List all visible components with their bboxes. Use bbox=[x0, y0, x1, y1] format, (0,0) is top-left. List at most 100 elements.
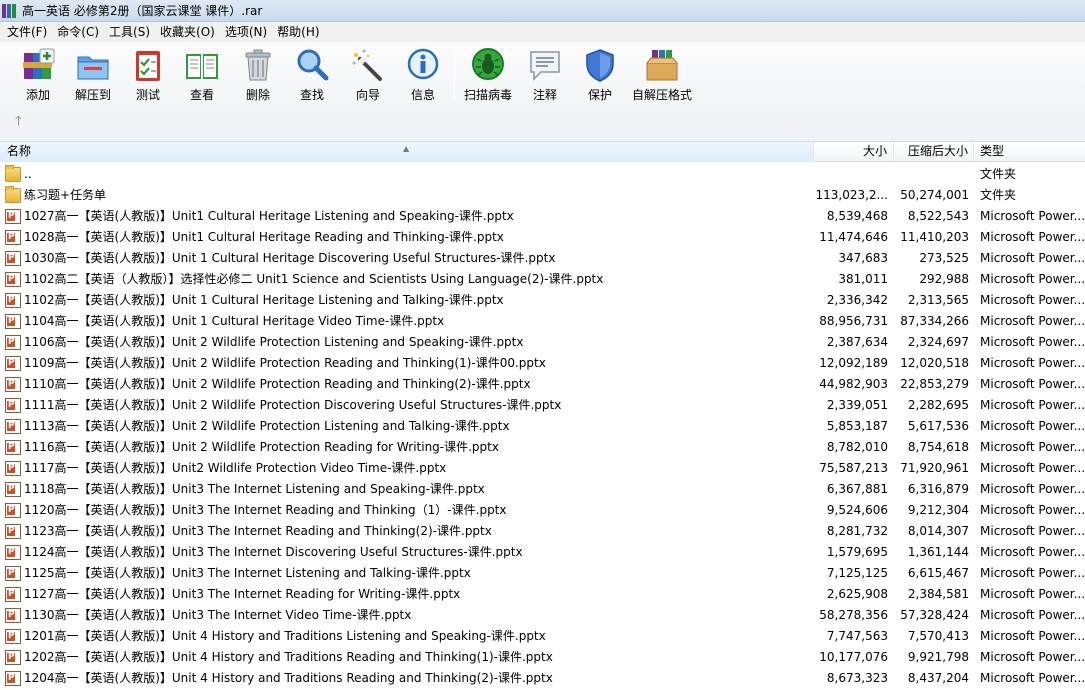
sfx-package-icon bbox=[646, 50, 678, 81]
file-row[interactable]: 1130高一【英语(人教版)】Unit3 The Internet Video … bbox=[0, 605, 1085, 626]
file-name: 1111高一【英语(人教版)】Unit 2 Wildlife Protectio… bbox=[24, 398, 562, 412]
file-row[interactable]: 1124高一【英语(人教版)】Unit3 The Internet Discov… bbox=[0, 542, 1085, 563]
protect-button[interactable]: 保护 bbox=[582, 47, 618, 103]
delete-button[interactable]: 删除 bbox=[240, 47, 276, 103]
file-type: Microsoft Power... bbox=[980, 377, 1085, 391]
file-name: 1109高一【英语(人教版)】Unit 2 Wildlife Protectio… bbox=[24, 356, 546, 370]
file-type: Microsoft Power... bbox=[980, 209, 1085, 223]
file-row[interactable]: 1120高一【英语(人教版)】Unit3 The Internet Readin… bbox=[0, 500, 1085, 521]
column-size-header[interactable]: 大小 bbox=[814, 142, 894, 162]
menu-commands[interactable]: 命令(C) bbox=[52, 22, 104, 42]
file-name: 1030高一【英语(人教版)】Unit 1 Cultural Heritage … bbox=[24, 251, 556, 265]
column-name-header[interactable]: 名称 ▲ bbox=[0, 142, 814, 162]
pptx-file-icon bbox=[5, 311, 21, 332]
file-row[interactable]: 1202高一【英语(人教版)】Unit 4 History and Tradit… bbox=[0, 647, 1085, 668]
file-row[interactable]: 1027高一【英语(人教版)】Unit1 Cultural Heritage L… bbox=[0, 206, 1085, 227]
file-type: Microsoft Power... bbox=[980, 335, 1085, 349]
file-row[interactable]: 1118高一【英语(人教版)】Unit3 The Internet Listen… bbox=[0, 479, 1085, 500]
comment-button[interactable]: 注释 bbox=[527, 47, 563, 103]
file-row[interactable]: 1116高一【英语(人教版)】Unit 2 Wildlife Protectio… bbox=[0, 437, 1085, 458]
file-row[interactable]: 1111高一【英语(人教版)】Unit 2 Wildlife Protectio… bbox=[0, 395, 1085, 416]
file-packed-size: 8,522,543 bbox=[907, 209, 969, 223]
file-size: 8,281,732 bbox=[826, 524, 888, 538]
menu-options[interactable]: 选项(N) bbox=[220, 22, 272, 42]
file-row[interactable]: 练习题+任务单 113,023,2... 50,274,001 文件夹 bbox=[0, 185, 1085, 206]
pptx-file-icon bbox=[5, 206, 21, 227]
file-size: 88,956,731 bbox=[819, 314, 888, 328]
file-row[interactable]: 1123高一【英语(人教版)】Unit3 The Internet Readin… bbox=[0, 521, 1085, 542]
file-type: Microsoft Power... bbox=[980, 482, 1085, 496]
file-name: 1130高一【英语(人教版)】Unit3 The Internet Video … bbox=[24, 608, 412, 622]
file-packed-size: 57,328,424 bbox=[900, 608, 969, 622]
test-button[interactable]: 测试 bbox=[130, 47, 166, 103]
file-name: 1113高一【英语(人教版)】Unit 2 Wildlife Protectio… bbox=[24, 419, 510, 433]
column-packed-header[interactable]: 压缩后大小 bbox=[894, 142, 974, 162]
winrar-app-icon[interactable] bbox=[2, 3, 16, 18]
find-button-label: 查找 bbox=[299, 88, 324, 102]
file-packed-size: 8,754,618 bbox=[907, 440, 969, 454]
file-name: 1118高一【英语(人教版)】Unit3 The Internet Listen… bbox=[24, 482, 485, 496]
file-size: 6,367,881 bbox=[826, 482, 888, 496]
file-size: 8,782,010 bbox=[826, 440, 888, 454]
file-row[interactable]: 1117高一【英语(人教版)】Unit2 Wildlife Protection… bbox=[0, 458, 1085, 479]
file-row[interactable]: 1125高一【英语(人教版)】Unit3 The Internet Listen… bbox=[0, 563, 1085, 584]
sfx-button-label: 自解压格式 bbox=[632, 88, 693, 102]
file-type: Microsoft Power... bbox=[980, 524, 1085, 538]
scan-virus-button[interactable]: 扫描病毒 bbox=[464, 47, 512, 103]
column-type-header[interactable]: 类型 bbox=[974, 142, 1085, 162]
file-type: Microsoft Power... bbox=[980, 398, 1085, 412]
file-row[interactable]: 1102高一【英语(人教版)】Unit 1 Cultural Heritage … bbox=[0, 290, 1085, 311]
file-row[interactable]: 1109高一【英语(人教版)】Unit 2 Wildlife Protectio… bbox=[0, 353, 1085, 374]
menu-help[interactable]: 帮助(H) bbox=[272, 22, 324, 42]
file-row[interactable]: 1104高一【英语(人教版)】Unit 1 Cultural Heritage … bbox=[0, 311, 1085, 332]
up-folder-icon[interactable]: 🡑 bbox=[15, 112, 22, 134]
file-row[interactable]: .. 文件夹 bbox=[0, 164, 1085, 185]
menu-favorites[interactable]: 收藏夹(O) bbox=[155, 22, 220, 42]
wand-icon bbox=[352, 49, 382, 81]
view-button[interactable]: 查看 bbox=[181, 47, 223, 103]
file-row[interactable]: 1030高一【英语(人教版)】Unit 1 Cultural Heritage … bbox=[0, 248, 1085, 269]
file-list: ..文件夹练习题+任务单113,023,2...50,274,001文件夹102… bbox=[0, 164, 1085, 690]
file-size: 2,625,908 bbox=[826, 587, 888, 601]
title-bar: 高一英语 必修第2册（国家云课堂 课件）.rar bbox=[0, 0, 1085, 22]
menu-tools[interactable]: 工具(S) bbox=[104, 22, 155, 42]
file-type: Microsoft Power... bbox=[980, 629, 1085, 643]
file-row[interactable]: 1204高一【英语(人教版)】Unit 4 History and Tradit… bbox=[0, 668, 1085, 689]
file-type: Microsoft Power... bbox=[980, 671, 1085, 685]
file-size: 1,579,695 bbox=[826, 545, 888, 559]
file-name: 1116高一【英语(人教版)】Unit 2 Wildlife Protectio… bbox=[24, 440, 499, 454]
file-row[interactable]: 1106高一【英语(人教版)】Unit 2 Wildlife Protectio… bbox=[0, 332, 1085, 353]
file-size: 11,474,646 bbox=[819, 230, 888, 244]
file-row[interactable]: 1113高一【英语(人教版)】Unit 2 Wildlife Protectio… bbox=[0, 416, 1085, 437]
menu-file[interactable]: 文件(F) bbox=[2, 22, 52, 42]
pptx-file-icon bbox=[5, 269, 21, 290]
info-button[interactable]: 信息 bbox=[405, 47, 441, 103]
file-size: 347,683 bbox=[838, 251, 888, 265]
sfx-button[interactable]: 自解压格式 bbox=[632, 47, 692, 103]
find-button[interactable]: 查找 bbox=[294, 47, 330, 103]
file-packed-size: 87,334,266 bbox=[900, 314, 969, 328]
file-row[interactable]: 1102高二【英语（人教版）】选择性必修二 Unit1 Science and … bbox=[0, 269, 1085, 290]
file-packed-size: 71,920,961 bbox=[900, 461, 969, 475]
view-button-label: 查看 bbox=[189, 88, 214, 102]
file-size: 5,853,187 bbox=[826, 419, 888, 433]
file-name: 练习题+任务单 bbox=[24, 188, 107, 202]
file-name: 1204高一【英语(人教版)】Unit 4 History and Tradit… bbox=[24, 671, 553, 685]
file-row[interactable]: 1127高一【英语(人教版)】Unit3 The Internet Readin… bbox=[0, 584, 1085, 605]
file-row[interactable]: 1110高一【英语(人教版)】Unit 2 Wildlife Protectio… bbox=[0, 374, 1085, 395]
protect-button-label: 保护 bbox=[587, 88, 612, 102]
add-button-label: 添加 bbox=[25, 88, 50, 102]
extract-to-button[interactable]: 解压到 bbox=[73, 47, 113, 103]
scan-virus-button-label: 扫描病毒 bbox=[464, 88, 513, 102]
file-row[interactable]: 1201高一【英语(人教版)】Unit 4 History and Tradit… bbox=[0, 626, 1085, 647]
file-row[interactable]: 1028高一【英语(人教版)】Unit1 Cultural Heritage R… bbox=[0, 227, 1085, 248]
file-type: 文件夹 bbox=[980, 167, 1017, 181]
file-size: 381,011 bbox=[838, 272, 888, 286]
wizard-button[interactable]: 向导 bbox=[350, 47, 386, 103]
file-size: 7,747,563 bbox=[826, 629, 888, 643]
column-name-label: 名称 bbox=[7, 144, 32, 158]
add-button[interactable]: 添加 bbox=[20, 47, 56, 103]
file-packed-size: 1,361,144 bbox=[907, 545, 969, 559]
menu-bar: 文件(F) 命令(C) 工具(S) 收藏夹(O) 选项(N) 帮助(H) bbox=[0, 22, 1085, 42]
pptx-file-icon bbox=[5, 374, 21, 395]
